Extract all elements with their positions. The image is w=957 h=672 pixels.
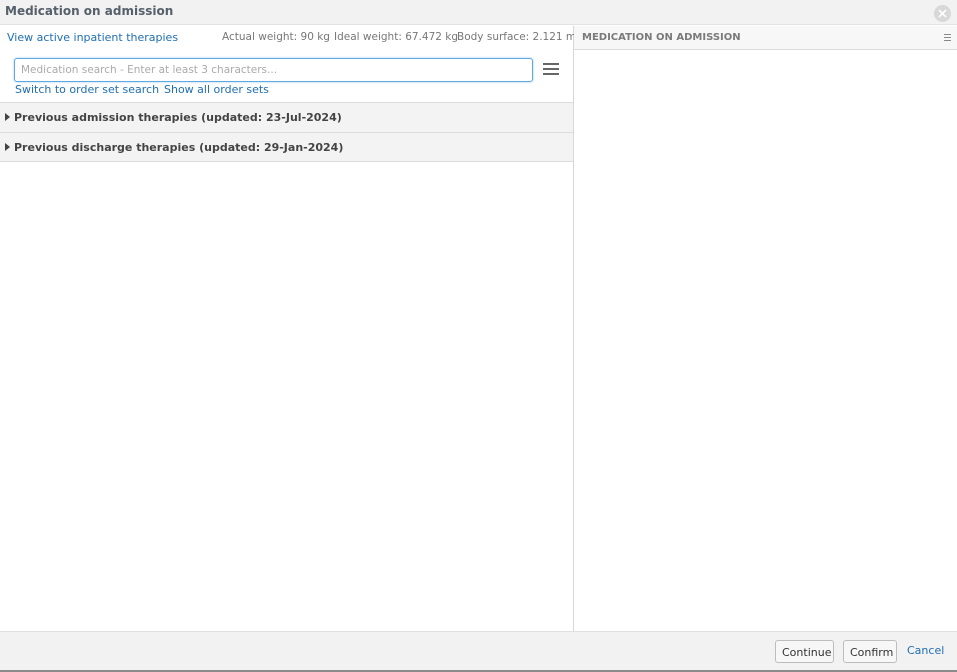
title-bar: Medication on admission bbox=[0, 0, 957, 25]
previous-admission-therapies-section[interactable]: Previous admission therapies (updated: 2… bbox=[0, 102, 573, 132]
medication-search-input[interactable] bbox=[14, 58, 533, 82]
switch-to-order-set-search-link[interactable]: Switch to order set search bbox=[15, 83, 159, 96]
section-label: Previous discharge therapies (updated: 2… bbox=[14, 141, 344, 154]
confirm-button[interactable]: Confirm bbox=[843, 640, 897, 663]
cancel-link[interactable]: Cancel bbox=[907, 644, 944, 657]
close-icon[interactable] bbox=[934, 5, 951, 22]
show-all-order-sets-link[interactable]: Show all order sets bbox=[164, 83, 269, 96]
expand-arrow-icon bbox=[5, 113, 10, 121]
section-label: Previous admission therapies (updated: 2… bbox=[14, 111, 342, 124]
window-title: Medication on admission bbox=[5, 4, 174, 18]
previous-discharge-therapies-section[interactable]: Previous discharge therapies (updated: 2… bbox=[0, 132, 573, 162]
hamburger-menu-icon[interactable] bbox=[543, 63, 559, 76]
right-panel-title: MEDICATION ON ADMISSION bbox=[582, 32, 741, 43]
ideal-weight: Ideal weight: 67.472 kg bbox=[334, 31, 459, 43]
view-active-inpatient-therapies-link[interactable]: View active inpatient therapies bbox=[7, 31, 178, 44]
right-pane: MEDICATION ON ADMISSION bbox=[574, 26, 957, 631]
continue-button[interactable]: Continue bbox=[775, 640, 834, 663]
footer: Continue Confirm Cancel bbox=[0, 631, 957, 670]
left-pane: View active inpatient therapies Actual w… bbox=[0, 26, 583, 631]
body-surface: Body surface: 2.121 m2 bbox=[457, 31, 583, 43]
medication-on-admission-header: MEDICATION ON ADMISSION bbox=[574, 26, 957, 50]
actual-weight: Actual weight: 90 kg bbox=[222, 31, 330, 43]
expand-arrow-icon bbox=[5, 143, 10, 151]
patient-info-bar: View active inpatient therapies Actual w… bbox=[0, 26, 583, 50]
list-menu-icon[interactable] bbox=[944, 34, 951, 42]
